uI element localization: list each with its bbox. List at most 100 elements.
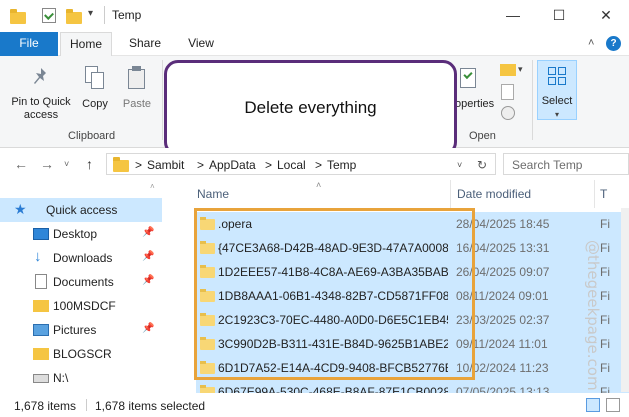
instruction-callout: Delete everything [164,60,457,156]
refresh-icon[interactable]: ↻ [477,158,487,172]
pin-icon: 📌 [142,275,155,286]
open-dropdown-icon[interactable]: ▾ [518,64,523,75]
navigation-pane: ˄ ★ Quick access Desktop 📌 ↓ Downloads 📌… [0,180,162,393]
title-bar: ▾ Temp — ☐ ✕ [0,0,629,32]
paste-icon [127,66,147,90]
breadcrumb-separator: > [197,158,205,172]
large-icons-view-icon[interactable] [606,398,620,412]
pin-icon: 📌 [142,251,155,262]
file-row[interactable]: 1D2EEE57-41B8-4C8A-AE69-A3BA35BAB... 26/… [196,260,629,284]
history-icon[interactable] [501,106,515,120]
up-arrow-icon[interactable]: ↑ [86,156,93,172]
column-header-type[interactable]: T [600,180,607,208]
document-icon [35,274,47,289]
paste-button[interactable]: Paste [118,66,156,111]
maximize-button[interactable]: ☐ [536,0,582,30]
folder-icon [200,361,215,374]
nav-label: BLOGSCR [53,347,112,361]
chevron-up-icon[interactable]: ˄ [588,37,594,49]
forward-arrow-icon[interactable]: → [40,156,54,172]
file-date: 28/04/2025 18:45 [456,217,550,231]
copy-button[interactable]: Copy [78,66,112,111]
tab-file[interactable]: File [0,32,58,56]
nav-item-quick-access[interactable]: ★ Quick access [0,198,162,222]
folder-icon [33,348,49,360]
file-row[interactable]: 6D1D7A52-E14A-4CD9-9408-BFCB52776E... 10… [196,356,629,380]
nav-item-pictures[interactable]: Pictures 📌 [0,318,162,342]
breadcrumb-item[interactable]: Local [277,158,306,172]
back-arrow-icon[interactable]: ← [14,156,28,172]
nav-label: 100MSDCF [53,299,116,313]
address-bar[interactable]: > Sambit > AppData > Local > Temp ˅ ↻ [106,153,496,175]
file-row[interactable]: {47CE3A68-D42B-48AD-9E3D-47A7A0008... 16… [196,236,629,260]
minimize-button[interactable]: — [490,0,536,30]
breadcrumb-item[interactable]: Sambit [147,158,184,172]
select-label: Select [541,95,573,107]
file-name: 1D2EEE57-41B8-4C8A-AE69-A3BA35BAB... [218,265,448,279]
selected-count: 1,678 items selected [95,399,206,413]
search-box[interactable]: Search Temp [503,153,629,175]
close-button[interactable]: ✕ [583,0,629,30]
file-name: 1DB8AAA1-06B1-4348-82B7-CD5871FF08... [218,289,448,303]
file-date: 09/11/2024 11:01 [456,337,548,351]
recent-locations-icon[interactable]: ˅ [64,159,69,169]
open-icon[interactable] [500,64,516,76]
tab-view[interactable]: View [174,32,228,56]
details-view-icon[interactable] [586,398,600,412]
nav-label: Desktop [53,227,98,241]
nav-item-blogscr[interactable]: BLOGSCR [0,342,162,366]
tab-home[interactable]: Home [60,32,112,57]
file-row[interactable]: 3C990D2B-B311-431E-B84D-9625B1ABE2... 09… [196,332,629,356]
properties-label: operties [455,98,495,110]
breadcrumb-item[interactable]: Temp [327,158,356,172]
tab-share[interactable]: Share [118,32,172,56]
paste-label: Paste [122,98,152,110]
customize-quick-access-icon[interactable]: ▾ [88,8,93,19]
pictures-icon [33,324,49,336]
properties-quick-icon[interactable] [42,8,56,23]
column-divider[interactable] [594,180,595,208]
help-icon[interactable]: ? [606,36,621,51]
vertical-scrollbar[interactable] [621,208,629,392]
star-icon: ★ [14,201,27,217]
nav-item-100msdcf[interactable]: 100MSDCF [0,294,162,318]
folder-icon [200,337,215,350]
file-name: {47CE3A68-D42B-48AD-9E3D-47A7A0008... [218,241,448,255]
select-button[interactable]: Select ▾ [537,60,577,120]
file-date: 16/04/2025 13:31 [456,241,550,255]
file-type: Fi [600,217,610,231]
nav-item-downloads[interactable]: ↓ Downloads 📌 [0,246,162,270]
file-name: 3C990D2B-B311-431E-B84D-9625B1ABE2... [218,337,448,351]
watermark: @thegeekpage.com [584,240,602,391]
file-row[interactable]: .opera 28/04/2025 18:45 Fi [196,212,629,236]
properties-icon [460,66,480,90]
file-row[interactable]: 2C1923C3-70EC-4480-A0D0-D6E5C1EB45... 23… [196,308,629,332]
column-divider[interactable] [450,180,451,208]
open-group-label: Open [469,130,496,142]
search-input[interactable]: Search Temp [512,158,582,172]
file-row[interactable]: 6D67E99A-530C-468E-B8AF-87E1CB0028A4 07/… [196,380,629,393]
nav-item-desktop[interactable]: Desktop 📌 [0,222,162,246]
scroll-up-icon[interactable]: ˄ [150,182,155,191]
address-dropdown-icon[interactable]: ˅ [457,160,462,170]
file-row[interactable]: 1DB8AAA1-06B1-4348-82B7-CD5871FF08... 08… [196,284,629,308]
nav-item-documents[interactable]: Documents 📌 [0,270,162,294]
column-header-date[interactable]: Date modified [457,180,531,208]
file-list: ˄ Name Date modified T .opera 28/04/2025… [170,180,629,393]
select-grid-icon [548,67,566,85]
edit-icon[interactable] [501,84,514,100]
column-header-name[interactable]: Name [197,180,229,208]
pin-icon: 📌 [142,323,155,334]
nav-item-drive-n[interactable]: N:\ [0,366,162,390]
pin-to-quick-access-button[interactable]: Pin to Quick access [4,66,78,122]
new-folder-quick-icon[interactable] [66,9,82,24]
title-divider [104,6,105,24]
item-count: 1,678 items [14,399,77,413]
breadcrumb-item[interactable]: AppData [209,158,256,172]
file-name: 2C1923C3-70EC-4480-A0D0-D6E5C1EB45... [218,313,448,327]
file-date: 07/05/2025 13:13 [456,385,550,393]
desktop-icon [33,228,49,240]
properties-button[interactable]: operties [452,66,496,111]
file-name: 6D67E99A-530C-468E-B8AF-87E1CB0028A4 [218,385,448,393]
folder-icon [200,265,215,278]
